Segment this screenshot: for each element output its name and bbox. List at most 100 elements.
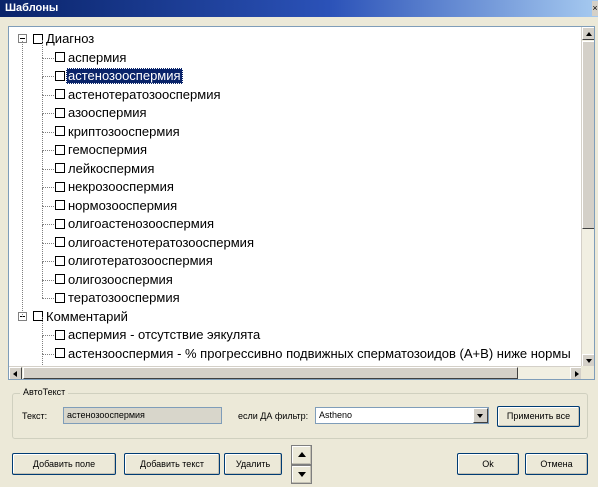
- tree-item[interactable]: нормозооспермия: [55, 197, 179, 215]
- tree-connector: [42, 317, 43, 336]
- checkbox-icon[interactable]: [55, 274, 65, 285]
- tree-item[interactable]: олигоастенозооспермия: [55, 215, 216, 233]
- tree-connector: [42, 150, 43, 169]
- tree-connector: [42, 224, 43, 243]
- checkbox-icon[interactable]: [55, 144, 65, 155]
- tree-connector: [42, 242, 54, 244]
- template-tree[interactable]: Диагноз аспермия астенозооспермия астенотер…: [9, 27, 583, 367]
- tree-connector: [42, 187, 43, 206]
- horizontal-scrollbar[interactable]: [9, 366, 583, 379]
- tree-item-label: нормозооспермия: [68, 197, 178, 213]
- tree-item[interactable]: олигозооспермия: [55, 271, 175, 289]
- checkbox-icon[interactable]: [55, 52, 65, 63]
- tree-connector: [42, 353, 54, 355]
- tree-item[interactable]: лейкоспермия: [55, 160, 156, 178]
- checkbox-icon[interactable]: [55, 89, 65, 100]
- tree-connector: [42, 205, 54, 207]
- tree-item[interactable]: азооспермия: [55, 104, 149, 122]
- tree-item[interactable]: аспермия - отсутствие эякулята: [55, 326, 262, 344]
- checkbox-icon[interactable]: [55, 200, 65, 211]
- scroll-up-button[interactable]: [582, 27, 594, 40]
- tree-item-label: Комментарий: [46, 308, 128, 324]
- tree-item-label: аспермия: [68, 49, 127, 65]
- filter-dropdown-button[interactable]: [473, 408, 488, 423]
- scroll-down-icon: [586, 359, 592, 363]
- tree-item[interactable]: астенотератозооспермия: [55, 86, 223, 104]
- tree-item[interactable]: аспермия: [55, 49, 128, 67]
- tree-connector: [42, 94, 54, 96]
- tree-connector: [42, 113, 54, 114]
- move-up-button[interactable]: [291, 445, 312, 465]
- move-down-button[interactable]: [291, 465, 312, 484]
- checkbox-icon[interactable]: [55, 255, 65, 266]
- tree-item-label: криптозооспермия: [68, 123, 180, 139]
- scroll-left-button[interactable]: [9, 367, 22, 379]
- ok-button[interactable]: Ok: [457, 453, 519, 475]
- tree-item-label: олигозооспермия: [68, 271, 173, 287]
- arrow-up-icon: [298, 452, 306, 457]
- tree-item-label: Диагноз: [46, 31, 95, 46]
- checkbox-icon[interactable]: [55, 237, 65, 248]
- tree-connector: [42, 187, 54, 188]
- tree-item-label: азооспермия: [68, 105, 147, 120]
- checkbox-icon[interactable]: [55, 70, 65, 81]
- tree-item[interactable]: гемоспермия: [55, 141, 149, 159]
- tree-connector: [42, 57, 54, 59]
- tree-item-label: олигоастенотератозооспермия: [68, 234, 254, 250]
- checkbox-icon[interactable]: [55, 107, 65, 118]
- tree-connector: [42, 279, 54, 281]
- tree-connector: [42, 224, 54, 225]
- tree-item[interactable]: тератозооспермия: [55, 289, 182, 307]
- tree-connector: [42, 150, 54, 151]
- scrollbar-corner: [581, 366, 594, 379]
- filter-value: Astheno: [319, 410, 353, 420]
- checkbox-icon[interactable]: [55, 181, 65, 192]
- add-text-button[interactable]: Добавить текст: [124, 453, 220, 475]
- tree-connector: [42, 76, 54, 77]
- tree-connector: [42, 132, 43, 151]
- tree-connector: [22, 41, 23, 317]
- tree-item-label: гемоспермия: [68, 142, 148, 157]
- checkbox-icon[interactable]: [55, 329, 65, 340]
- tree-item-label: астензооспермия - % прогрессивно подвижн…: [68, 345, 571, 361]
- tree-connector: [42, 280, 43, 298]
- horizontal-scroll-thumb[interactable]: [23, 367, 518, 379]
- checkbox-icon[interactable]: [55, 163, 65, 174]
- filter-combobox[interactable]: Astheno: [315, 407, 489, 424]
- checkbox-icon[interactable]: [55, 126, 65, 137]
- tree-item-label: олигоастенозооспермия: [68, 216, 215, 231]
- tree-item[interactable]: олигоастенотератозооспермия: [55, 234, 256, 252]
- tree-connector: [42, 335, 54, 336]
- checkbox-icon[interactable]: [55, 218, 65, 229]
- tree-item[interactable]: олиготератозооспермия: [55, 252, 215, 270]
- add-field-button[interactable]: Добавить поле: [12, 453, 116, 475]
- text-field[interactable]: астенозооспермия: [63, 407, 222, 424]
- window-title: Шаблоны: [5, 2, 59, 14]
- arrow-down-icon: [298, 472, 306, 477]
- tree-item-label: астенозооспермия: [66, 68, 183, 84]
- tree-connector: [42, 298, 54, 299]
- apply-all-button[interactable]: Применить все: [497, 406, 580, 427]
- tree-category[interactable]: Комментарий: [33, 308, 130, 326]
- tree-item-label: лейкоспермия: [68, 160, 155, 176]
- vertical-scrollbar[interactable]: [581, 27, 594, 367]
- tree-item[interactable]: астенозооспермия: [55, 67, 183, 85]
- vertical-scroll-thumb[interactable]: [582, 41, 594, 229]
- tree-connector: [42, 76, 43, 95]
- chevron-down-icon: [477, 414, 483, 418]
- close-icon[interactable]: ×: [592, 1, 598, 16]
- title-bar[interactable]: Шаблоны ×: [0, 0, 598, 17]
- cancel-button[interactable]: Отмена: [525, 453, 588, 475]
- tree-item-label: аспермия - отсутствие эякулята: [68, 327, 261, 342]
- tree-item[interactable]: астензооспермия - % прогрессивно подвижн…: [55, 345, 573, 363]
- tree-connector: [42, 39, 43, 58]
- tree-item-label: олиготератозооспермия: [68, 253, 213, 268]
- scroll-up-icon: [586, 32, 592, 36]
- checkbox-icon[interactable]: [55, 292, 65, 303]
- tree-item[interactable]: криптозооспермия: [55, 123, 182, 141]
- checkbox-icon[interactable]: [55, 348, 65, 359]
- tree-item-label: астенотератозооспермия: [68, 86, 221, 102]
- text-label: Текст:: [22, 411, 48, 421]
- tree-item[interactable]: некрозооспермия: [55, 178, 176, 196]
- delete-button[interactable]: Удалить: [224, 453, 282, 475]
